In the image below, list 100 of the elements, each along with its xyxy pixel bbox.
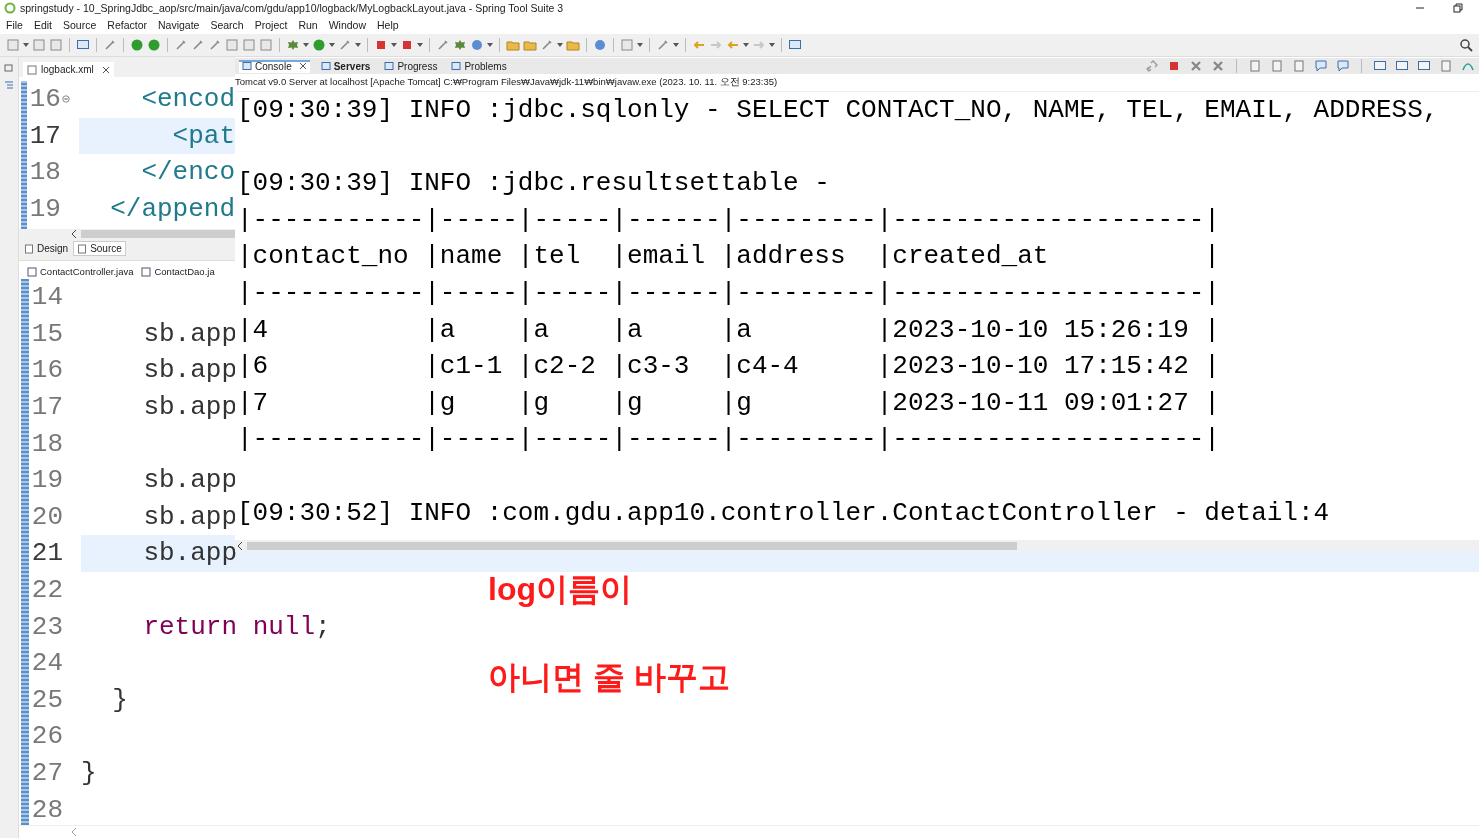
caret-icon[interactable] [329, 43, 335, 47]
fold-icon[interactable] [61, 95, 70, 104]
caret-icon[interactable] [673, 43, 679, 47]
line-number: 24 [30, 648, 63, 679]
arrow-icon[interactable] [656, 38, 670, 52]
caret-icon[interactable] [769, 43, 775, 47]
caret-icon[interactable] [637, 43, 643, 47]
window-icon[interactable] [788, 38, 802, 52]
caret-icon[interactable] [391, 43, 397, 47]
chat-icon[interactable] [1314, 59, 1328, 73]
monitor-icon[interactable] [76, 38, 90, 52]
stop-icon[interactable] [1167, 59, 1181, 73]
line-number: 16 [28, 84, 61, 115]
globe-icon[interactable] [470, 38, 484, 52]
scroll-thumb[interactable] [247, 542, 1017, 550]
view-tab[interactable]: Console [239, 59, 310, 73]
document-icon[interactable] [1292, 59, 1306, 73]
window-title: springstudy - 10_SpringJdbc_aop/src/main/java/com/gdu/app10/logback/MyLogbackLayout.java - Spring Tool Suite 3 [20, 2, 564, 14]
document-icon[interactable] [242, 38, 256, 52]
code-line: </append [109, 194, 235, 225]
menu-item[interactable]: Window [328, 19, 367, 31]
document-icon[interactable] [225, 38, 239, 52]
line-number: 19 [28, 194, 61, 225]
code-line: sb.app [142, 392, 238, 423]
gear-icon[interactable] [453, 38, 467, 52]
code-line: sb.app [142, 465, 238, 496]
menu-item[interactable]: File [6, 19, 23, 31]
page-icon [77, 243, 88, 254]
code-line: <encod [140, 84, 235, 115]
line-number: 18 [28, 157, 61, 188]
arrow-icon[interactable] [208, 38, 222, 52]
code-line: sb.app [142, 501, 238, 532]
caret-icon[interactable] [487, 43, 493, 47]
code-line: } [81, 758, 97, 788]
caret-icon[interactable] [303, 43, 309, 47]
copy-icon[interactable] [1439, 59, 1453, 73]
search-icon[interactable] [1459, 38, 1473, 52]
line-number: 18 [30, 428, 63, 459]
link-icon[interactable] [1145, 59, 1159, 73]
console-line: |-----------|-----|-----|------|---------|--------------------| [237, 203, 1221, 237]
editor-tab[interactable]: ContactController.java [25, 264, 136, 279]
console-line: |-----------|-----|-----|------|---------|--------------------| [237, 423, 1221, 457]
folder-icon[interactable] [506, 38, 520, 52]
line-number: 28 [30, 794, 63, 825]
wand-icon[interactable] [103, 38, 117, 52]
monitor-icon[interactable] [1395, 59, 1409, 73]
restore-view-icon[interactable] [4, 63, 14, 73]
window-icon[interactable] [1373, 59, 1387, 73]
globe-icon[interactable] [593, 38, 607, 52]
window-icon[interactable] [1417, 59, 1431, 73]
close-all-icon[interactable] [1211, 59, 1225, 73]
folder-icon[interactable] [523, 38, 537, 52]
document-icon[interactable] [1270, 59, 1284, 73]
line-number: 20 [30, 501, 63, 532]
line-number: 16 [30, 355, 63, 386]
menu-item[interactable]: Project [254, 19, 288, 31]
view-tab[interactable]: Servers [317, 59, 374, 73]
annotation-text: 아니면 줄 바꾸고 [488, 658, 730, 697]
line-number: 22 [30, 575, 63, 606]
document-icon[interactable] [1248, 59, 1262, 73]
restore-icon[interactable] [1453, 3, 1463, 13]
java-file-icon [27, 266, 37, 277]
outline-view-icon[interactable] [4, 80, 14, 90]
editor-tab[interactable]: ContactDao.ja [139, 264, 217, 279]
view-tab[interactable]: Problems [448, 59, 510, 73]
caret-icon[interactable] [355, 43, 361, 47]
scroll-thumb[interactable] [81, 230, 235, 238]
scroll-left-icon[interactable] [71, 230, 77, 238]
line-number: 19 [30, 465, 63, 496]
menu-item[interactable]: Help [377, 19, 399, 31]
close-icon[interactable] [101, 65, 110, 74]
scroll-left-icon[interactable] [237, 542, 243, 550]
close-icon[interactable] [298, 62, 307, 70]
caret-icon[interactable] [417, 43, 423, 47]
menu-item[interactable]: Edit [33, 19, 52, 31]
console-line: |6 |c1-1 |c2-2 |c3-3 |c4-4 |2023-10-10 17:15:42 | [237, 350, 1221, 384]
view-tab[interactable]: Progress [381, 59, 441, 73]
chat-icon[interactable] [1336, 59, 1350, 73]
menu-item[interactable]: Source [63, 19, 97, 31]
wand-icon[interactable] [191, 38, 205, 52]
app-logo-icon [4, 2, 16, 14]
caret-icon[interactable] [743, 43, 749, 47]
view-icon [451, 61, 462, 71]
stop-icon[interactable] [374, 38, 388, 52]
editor-tab[interactable]: logback.xml [23, 62, 114, 77]
page-icon [24, 243, 34, 254]
menu-item[interactable]: Navigate [158, 19, 200, 31]
console-line: |4 |a |a |a |a |2023-10-10 15:26:19 | [237, 313, 1221, 347]
menu-item[interactable]: Refactor [107, 19, 147, 31]
menu-item[interactable]: Run [298, 19, 318, 31]
caret-icon[interactable] [557, 43, 563, 47]
stop-icon[interactable] [400, 38, 414, 52]
line-number: 21 [30, 538, 63, 569]
console-line: [09:30:39] INFO :jdbc.resultsettable - [237, 167, 831, 201]
console-line: [09:30:39] INFO :jdbc.sqlonly - SELECT CONTACT_NO, NAME, TEL, EMAIL, ADDRESS, [237, 94, 1440, 127]
line-number: 26 [30, 721, 63, 752]
menu-item[interactable]: Search [210, 19, 244, 31]
caret-icon[interactable] [23, 43, 29, 47]
view-tab[interactable]: Source [73, 241, 126, 256]
view-tab[interactable]: Design [21, 241, 72, 256]
